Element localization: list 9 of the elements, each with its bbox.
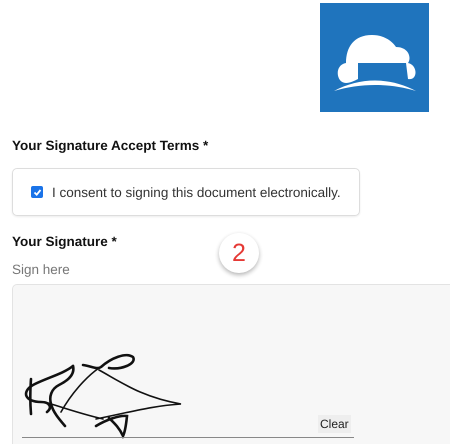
section-heading: Your Signature * (12, 234, 117, 250)
cloud-logo-icon (320, 3, 429, 112)
step-number-badge: 2 (219, 233, 259, 273)
sign-here-hint: Sign here (12, 262, 71, 278)
signature-pad[interactable]: Clear (12, 284, 450, 444)
consent-checkbox[interactable] (31, 186, 43, 198)
consent-label: I consent to signing this document electronically. (52, 184, 341, 200)
clear-button[interactable]: Clear (318, 415, 351, 433)
section-heading: Your Signature Accept Terms * (12, 138, 208, 154)
